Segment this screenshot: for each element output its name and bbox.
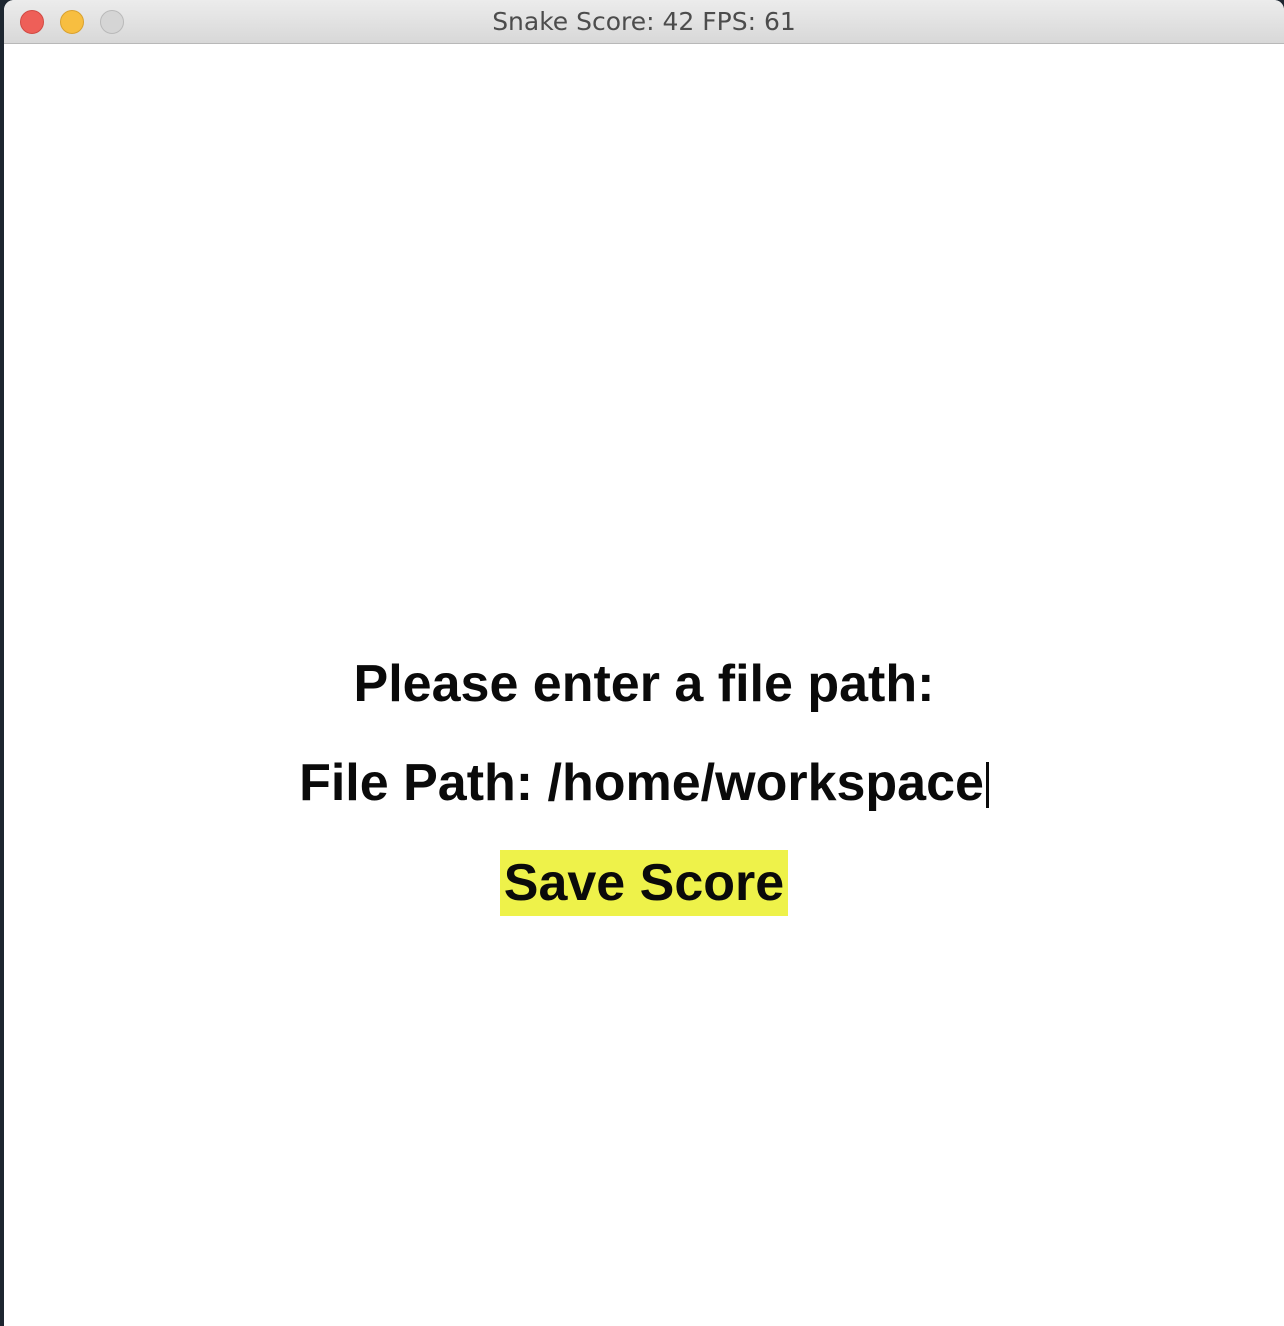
save-score-button[interactable]: Save Score [500, 850, 788, 916]
file-path-input[interactable]: File Path: /home/workspace [4, 754, 1284, 812]
file-path-prompt: Please enter a file path: [353, 655, 935, 713]
file-path-value[interactable]: /home/workspace [548, 754, 984, 812]
file-path-label: File Path: [299, 754, 548, 812]
text-caret [985, 762, 989, 808]
title-bar[interactable]: Snake Score: 42 FPS: 61 [4, 0, 1284, 44]
game-canvas: Please enter a file path: File Path: /ho… [4, 45, 1284, 1326]
window-title: Snake Score: 42 FPS: 61 [492, 7, 796, 36]
app-window: Snake Score: 42 FPS: 61 Please enter a f… [4, 0, 1284, 1326]
